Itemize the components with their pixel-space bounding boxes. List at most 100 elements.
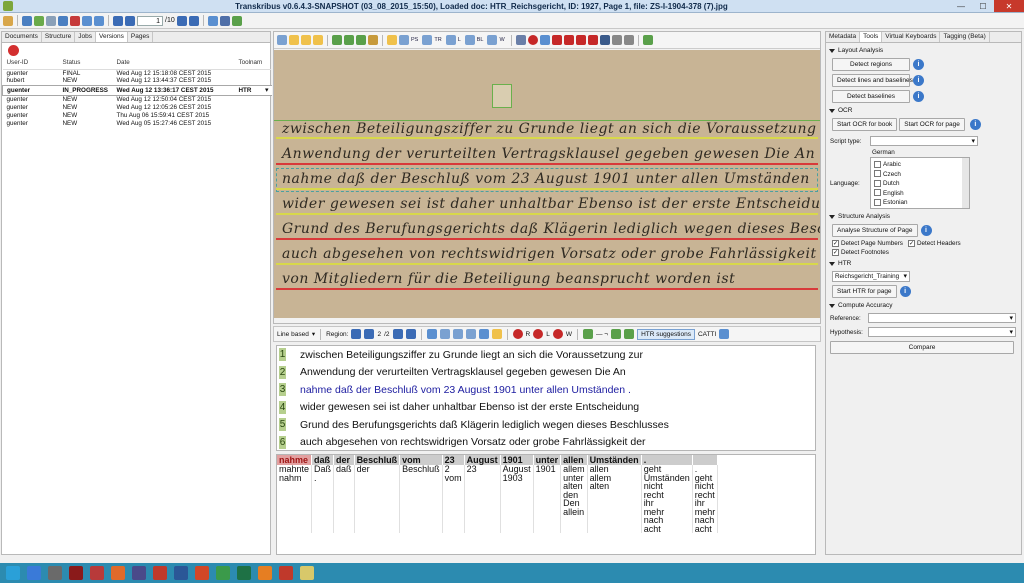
delete-version-icon[interactable]: [8, 45, 19, 56]
merge-icon[interactable]: [599, 35, 610, 45]
transcript-line[interactable]: 4 wider gewesen sei ist daher unhaltbar E…: [277, 399, 815, 417]
candidate-word[interactable]: 23: [467, 465, 498, 474]
reload-icon[interactable]: [94, 15, 104, 26]
language-item[interactable]: English: [874, 189, 966, 199]
taskbar-app3-icon[interactable]: [69, 566, 83, 580]
align-center-icon[interactable]: [439, 329, 450, 339]
edit-icon[interactable]: [22, 15, 32, 26]
zoom-in-icon[interactable]: [289, 35, 299, 45]
translate-icon[interactable]: [368, 35, 378, 45]
col-date[interactable]: Date: [112, 57, 235, 70]
user-icon[interactable]: [207, 15, 218, 26]
candidate-word[interactable]: acht: [644, 524, 690, 534]
info-icon[interactable]: i: [913, 58, 924, 70]
table-row[interactable]: guenter NEW Wed Aug 12 12:05:26 CEST 2015: [3, 103, 272, 111]
taskbar-app13-icon[interactable]: [279, 566, 293, 580]
candidate-word[interactable]: vom: [445, 473, 462, 483]
detect-lines-button[interactable]: Detect lines and baselines: [832, 74, 913, 87]
table-row[interactable]: guenter NEW Thu Aug 06 15:59:41 CEST 2015: [3, 111, 272, 119]
candidate-word[interactable]: 1903: [503, 473, 531, 483]
compare-button[interactable]: Compare: [830, 341, 1014, 354]
taskbar-excel-icon[interactable]: [237, 566, 251, 580]
person-icon[interactable]: [611, 35, 622, 45]
taskbar-firefox-icon[interactable]: [111, 566, 125, 580]
candidate-cell[interactable]: 1901: [533, 465, 562, 533]
start-ocr-page-button[interactable]: Start OCR for page: [899, 118, 965, 131]
transcript-line[interactable]: 2 Anwendung der verurteilten Vertragsklau…: [277, 364, 815, 382]
remove-point-icon[interactable]: [551, 35, 562, 45]
candidate-cell[interactable]: der: [354, 465, 401, 533]
transcript-line-current[interactable]: 3 nahme daß der Beschluß vom 23 August 19…: [277, 381, 815, 399]
tab-tagging[interactable]: Tagging (Beta): [940, 32, 990, 42]
sync-icon[interactable]: [82, 15, 92, 26]
justify-icon[interactable]: [465, 329, 476, 339]
detect-page-numbers-checkbox[interactable]: ✓: [832, 240, 839, 247]
language-item[interactable]: Arabic: [874, 160, 966, 170]
create-bl-icon[interactable]: [464, 35, 475, 45]
pen-icon[interactable]: [491, 329, 502, 339]
candidate-cell[interactable]: August 1903: [500, 465, 534, 533]
col-user-id[interactable]: User-ID: [2, 57, 59, 70]
region-current[interactable]: 2: [377, 331, 381, 338]
taskbar-pdf-icon[interactable]: [153, 566, 167, 580]
taskbar-ppt-icon[interactable]: [195, 566, 209, 580]
col-status[interactable]: Status: [58, 57, 113, 70]
taskbar-start-icon[interactable]: [6, 566, 20, 580]
edit-mode-icon[interactable]: [387, 35, 397, 45]
vertical-split-icon[interactable]: [575, 35, 586, 45]
candidate-cell[interactable]: daß: [333, 465, 355, 533]
transcription-editor[interactable]: 1 zwischen Beteiligungsziffer zu Grunde l…: [276, 345, 816, 451]
candidate-word[interactable]: allein: [563, 507, 585, 517]
page-number-input[interactable]: 1: [137, 15, 163, 26]
candidate-word[interactable]: 1901: [536, 465, 559, 474]
arrange-icon[interactable]: [623, 35, 634, 45]
tab-documents[interactable]: Documents: [2, 32, 42, 42]
home-icon[interactable]: [3, 15, 13, 26]
structure-analysis-section[interactable]: Structure Analysis: [829, 213, 1021, 220]
col-toolname[interactable]: Toolnam: [234, 57, 271, 70]
taskbar-app2-icon[interactable]: [48, 566, 62, 580]
taskbar-app12-icon[interactable]: [258, 566, 272, 580]
prev-page-icon[interactable]: [125, 15, 135, 26]
candidate-cell[interactable]: Daß.: [311, 465, 335, 533]
language-list[interactable]: Arabic Czech Dutch English Estonian: [870, 157, 970, 209]
language-item[interactable]: Czech: [874, 170, 966, 180]
rotate-right-icon[interactable]: [356, 35, 366, 45]
export-icon[interactable]: [46, 15, 56, 26]
table-row[interactable]: guenter NEW Wed Aug 05 15:27:46 CEST 2015: [3, 119, 272, 127]
taskbar-app6-icon[interactable]: [132, 566, 146, 580]
next-page-icon[interactable]: [176, 15, 187, 26]
dash-icon[interactable]: — ¬: [596, 331, 608, 338]
ocr-section[interactable]: OCR: [829, 107, 1021, 114]
document-image[interactable]: zwischen Beteiligungsziffer zu Grunde li…: [274, 50, 820, 318]
next-region-icon[interactable]: [392, 329, 403, 339]
catti-button[interactable]: CATTI: [698, 331, 716, 338]
info-icon[interactable]: i: [969, 118, 981, 130]
script-type-select[interactable]: [870, 136, 978, 146]
candidate-word[interactable]: daß: [336, 465, 352, 474]
redo-icon[interactable]: [611, 329, 622, 339]
align-right-icon[interactable]: [452, 329, 463, 339]
taskbar-transkribus-icon[interactable]: [300, 566, 314, 580]
plant-icon[interactable]: [231, 15, 242, 26]
server-icon[interactable]: [219, 15, 230, 26]
candidate-cell[interactable]: geht Umständen nicht recht ihr mehr nach acht: [641, 465, 693, 534]
first-page-icon[interactable]: [113, 15, 123, 26]
detect-headers-checkbox[interactable]: ✓: [907, 240, 915, 247]
tab-structure[interactable]: Structure: [42, 32, 76, 42]
detect-footnotes-checkbox[interactable]: ✓: [832, 249, 839, 256]
tab-jobs[interactable]: Jobs: [75, 32, 96, 42]
table-row[interactable]: guenter FINAL Wed Aug 12 15:18:08 CEST 201…: [3, 69, 272, 77]
info-icon[interactable]: i: [920, 224, 932, 236]
reference-select[interactable]: [868, 313, 1016, 323]
candidate-cell[interactable]: . geht nicht recht ihr mehr nach acht: [692, 465, 719, 533]
transcript-line[interactable]: 5 Grund des Berufungsgerichts daß Klägeri…: [277, 416, 815, 434]
delete-shape-icon[interactable]: [527, 35, 538, 45]
tab-metadata[interactable]: Metadata: [826, 32, 861, 42]
layout-analysis-section[interactable]: Layout Analysis: [829, 47, 1021, 54]
page-number-region[interactable]: [492, 84, 512, 108]
candidate-cell[interactable]: allem unter alten den Den allein: [560, 465, 588, 533]
htr-suggestions-button[interactable]: HTR suggestions: [637, 328, 695, 340]
info-icon[interactable]: i: [899, 285, 911, 297]
first-region-icon[interactable]: [351, 329, 362, 339]
